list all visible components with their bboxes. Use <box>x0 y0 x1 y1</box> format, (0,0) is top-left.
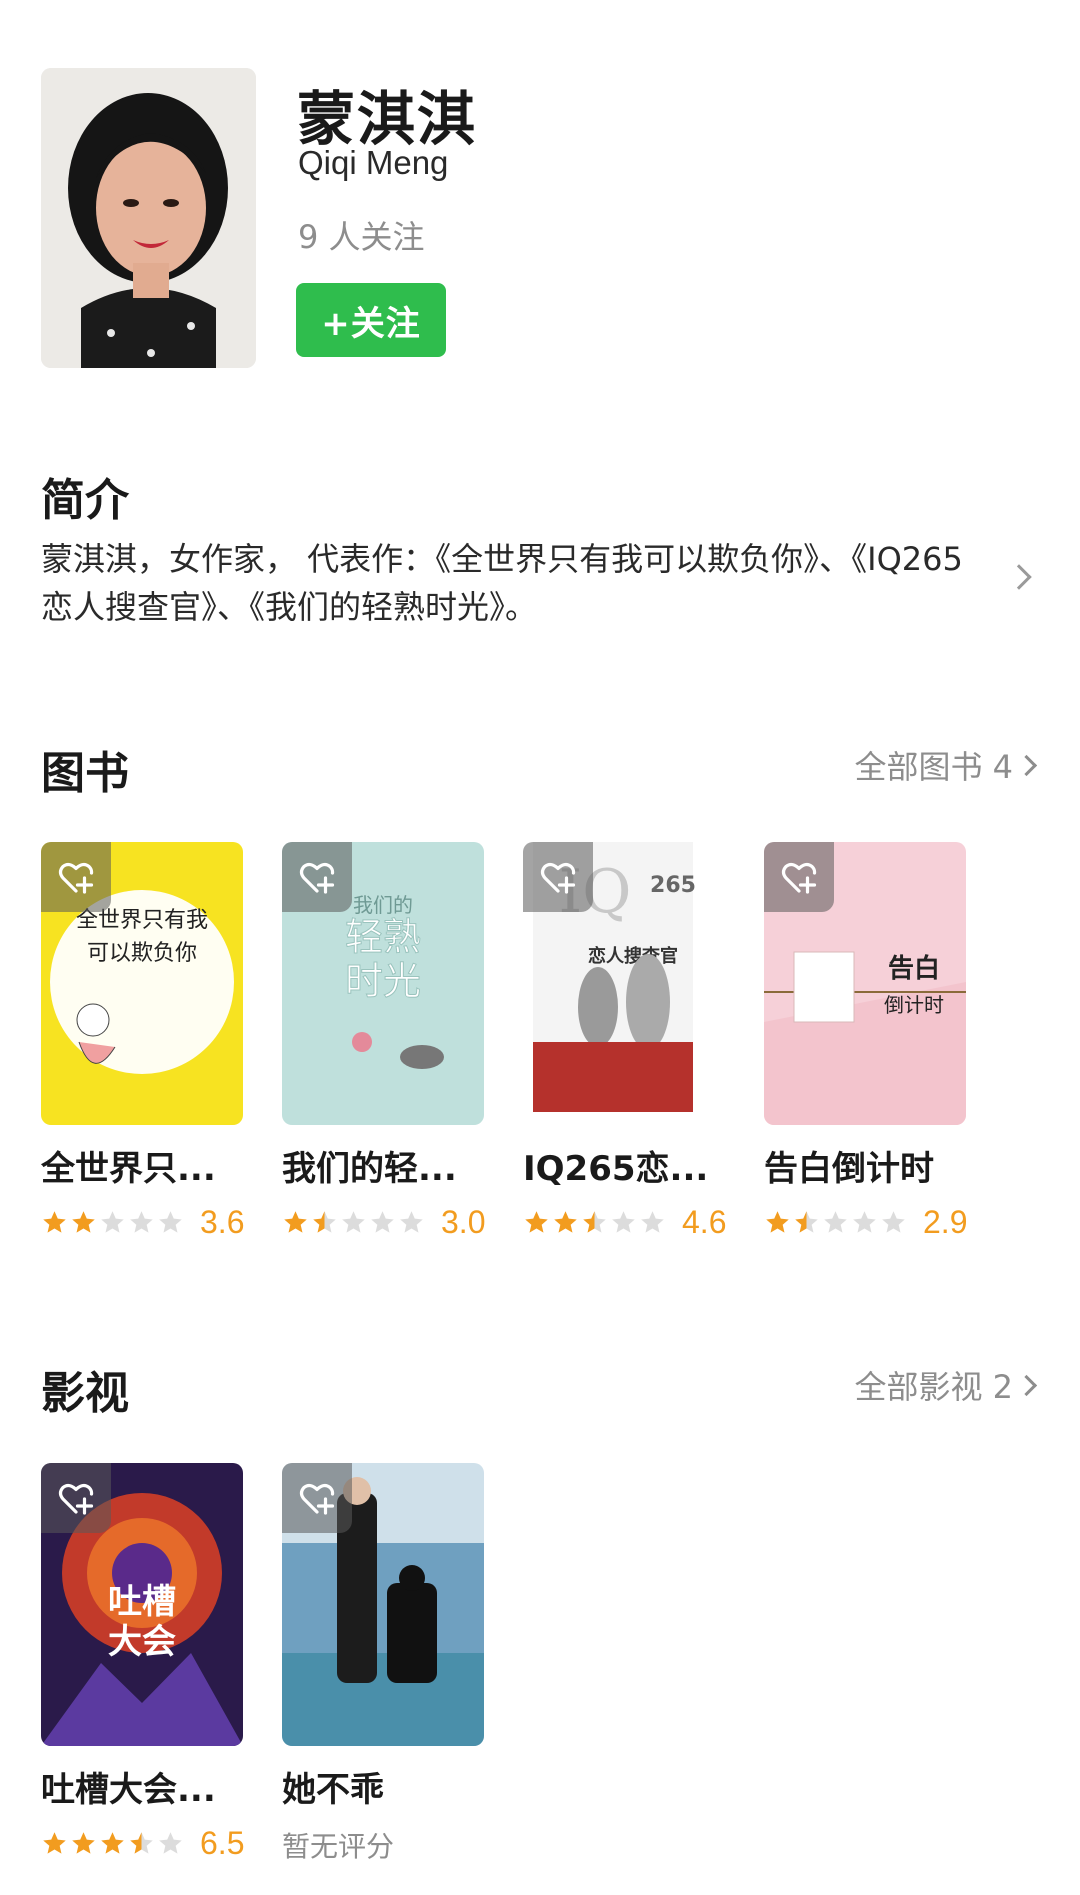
star-icon <box>612 1211 635 1233</box>
author-name-english: Qiqi Meng <box>298 144 449 181</box>
video-rating: 暂无评分 <box>282 1825 484 1865</box>
heart-plus-icon[interactable] <box>41 842 111 912</box>
avatar-portrait <box>41 68 256 368</box>
video-rating: 6.5 <box>41 1825 245 1862</box>
book-rating: 2.9 <box>764 1204 968 1241</box>
star-icon <box>43 1211 66 1233</box>
video-title[interactable]: 吐槽大会... <box>41 1762 251 1811</box>
svg-text:倒计时: 倒计时 <box>884 993 944 1017</box>
book-title[interactable]: IQ265恋... <box>523 1141 733 1190</box>
star-icon <box>882 1211 905 1233</box>
book-card[interactable]: 全世界只有我 可以欺负你 全世界只... 3.6 <box>41 842 245 1241</box>
svg-text:告白: 告白 <box>888 953 940 984</box>
star-rating <box>41 1209 184 1236</box>
chevron-right-icon[interactable] <box>1006 564 1032 590</box>
star-icon <box>554 1211 577 1233</box>
chevron-right-icon <box>1015 754 1038 776</box>
star-icon <box>101 1211 124 1233</box>
rating-score: 6.5 <box>200 1825 245 1861</box>
star-icon <box>72 1211 95 1233</box>
star-icon <box>159 1832 182 1854</box>
book-rating: 4.6 <box>523 1204 727 1241</box>
star-rating <box>764 1209 907 1236</box>
videos-heading: 影视 <box>41 1368 129 1419</box>
profile-header: 蒙淇淇 Qiqi Meng 9 人关注 +关注 <box>41 68 1041 368</box>
star-icon <box>766 1211 789 1233</box>
video-cover[interactable] <box>282 1463 484 1746</box>
star-rating <box>282 1209 425 1236</box>
follow-button[interactable]: +关注 <box>296 283 446 357</box>
svg-text:恋人搜查官: 恋人搜查官 <box>588 945 678 967</box>
book-card[interactable]: 我们的 轻熟 时光 我们的轻... 3.0 <box>282 842 486 1241</box>
heart-plus-icon[interactable] <box>282 842 352 912</box>
star-icon <box>159 1211 182 1233</box>
follower-count[interactable]: 9 人关注 <box>298 212 425 258</box>
star-icon <box>583 1211 606 1233</box>
svg-text:可以欺负你: 可以欺负你 <box>87 941 197 966</box>
star-icon <box>130 1832 153 1854</box>
intro-text[interactable]: 蒙淇淇，女作家， 代表作：《全世界只有我可以欺负你》、《IQ265恋人搜查官》、… <box>41 535 971 631</box>
star-icon <box>72 1832 95 1854</box>
rating-score: 4.6 <box>682 1204 727 1240</box>
svg-text:轻熟: 轻熟 <box>345 915 421 959</box>
star-icon <box>130 1211 153 1233</box>
video-title[interactable]: 她不乖 <box>282 1762 492 1811</box>
book-rating: 3.6 <box>41 1204 245 1241</box>
star-icon <box>313 1211 336 1233</box>
star-icon <box>824 1211 847 1233</box>
star-icon <box>43 1832 66 1854</box>
video-cover[interactable]: 吐槽 大会 <box>41 1463 243 1746</box>
svg-text:吐槽: 吐槽 <box>108 1582 176 1622</box>
star-icon <box>400 1211 423 1233</box>
heart-plus-icon[interactable] <box>523 842 593 912</box>
star-icon <box>525 1211 548 1233</box>
heart-plus-icon[interactable] <box>282 1463 352 1533</box>
video-card[interactable]: 吐槽 大会 吐槽大会... 6.5 <box>41 1463 245 1862</box>
book-cover[interactable]: 全世界只有我 可以欺负你 <box>41 842 243 1125</box>
book-cover[interactable]: IQ 265 恋人搜查官 <box>523 842 725 1125</box>
rating-score: 3.6 <box>200 1204 245 1240</box>
video-card[interactable]: 她不乖 暂无评分 <box>282 1463 484 1865</box>
star-icon <box>795 1211 818 1233</box>
star-icon <box>101 1832 124 1854</box>
intro-heading: 简介 <box>41 475 129 526</box>
rating-score: 2.9 <box>923 1204 968 1240</box>
all-videos-label: 全部影视 2 <box>854 1368 1013 1406</box>
star-icon <box>641 1211 664 1233</box>
book-title[interactable]: 告白倒计时 <box>764 1141 974 1190</box>
book-title[interactable]: 我们的轻... <box>282 1141 492 1190</box>
book-card[interactable]: 告白 倒计时 告白倒计时 2.9 <box>764 842 968 1241</box>
books-heading: 图书 <box>41 748 129 799</box>
book-rating: 3.0 <box>282 1204 486 1241</box>
book-title[interactable]: 全世界只... <box>41 1141 251 1190</box>
book-card[interactable]: IQ 265 恋人搜查官 IQ265恋... 4.6 <box>523 842 727 1241</box>
all-books-link[interactable]: 全部图书 4 <box>854 742 1038 788</box>
star-rating <box>523 1209 666 1236</box>
star-icon <box>853 1211 876 1233</box>
star-icon <box>371 1211 394 1233</box>
star-rating <box>41 1830 184 1857</box>
no-rating-label: 暂无评分 <box>282 1830 395 1863</box>
svg-text:大会: 大会 <box>108 1622 176 1662</box>
heart-plus-icon[interactable] <box>41 1463 111 1533</box>
all-books-label: 全部图书 4 <box>854 748 1013 786</box>
author-avatar[interactable] <box>41 68 256 368</box>
svg-text:我们的: 我们的 <box>353 893 413 917</box>
star-icon <box>342 1211 365 1233</box>
heart-plus-icon[interactable] <box>764 842 834 912</box>
rating-score: 3.0 <box>441 1204 486 1240</box>
svg-text:时光: 时光 <box>345 959 421 1003</box>
book-cover[interactable]: 告白 倒计时 <box>764 842 966 1125</box>
star-icon <box>284 1211 307 1233</box>
all-videos-link[interactable]: 全部影视 2 <box>854 1362 1038 1408</box>
svg-text:265: 265 <box>650 873 696 898</box>
book-cover[interactable]: 我们的 轻熟 时光 <box>282 842 484 1125</box>
chevron-right-icon <box>1015 1374 1038 1396</box>
